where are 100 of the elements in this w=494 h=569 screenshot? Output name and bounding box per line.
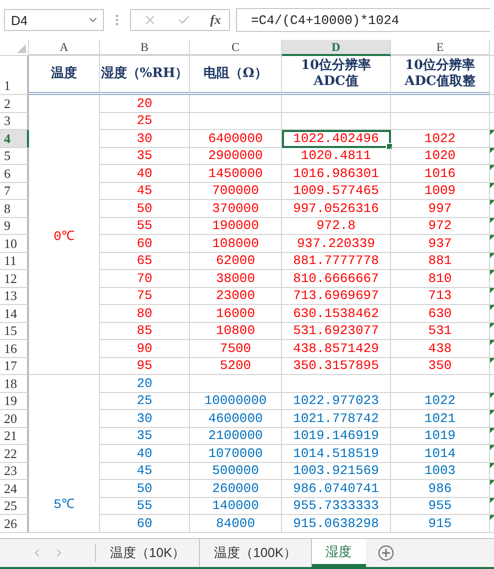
table-cell: 45: [100, 182, 190, 200]
row-number[interactable]: 17: [0, 358, 29, 375]
table-cell: 35: [100, 148, 190, 165]
sheet-tab[interactable]: 湿度: [312, 539, 366, 567]
table-cell: 60: [100, 235, 190, 252]
table-cell: 55: [100, 498, 190, 515]
column-header[interactable]: C: [190, 40, 282, 56]
table-cell: 713.6969697: [282, 288, 391, 305]
table-cell: 5200: [190, 358, 282, 375]
row-number[interactable]: 4: [0, 130, 29, 148]
formula-field[interactable]: =C4/(C4+10000)*1024: [236, 8, 490, 32]
table-cell: 50: [100, 200, 190, 218]
row-number[interactable]: 19: [0, 392, 29, 410]
cancel-icon[interactable]: [143, 13, 157, 27]
table-cell: 40: [100, 445, 190, 462]
table-cell-text: 0℃: [54, 228, 74, 244]
table-cell: 40: [100, 165, 190, 182]
table-cell: 23000: [190, 288, 282, 305]
sheet-tab[interactable]: 温度（10K）: [96, 539, 200, 567]
row-number[interactable]: 14: [0, 305, 29, 322]
table-cell: 370000: [190, 200, 282, 218]
table-cell: 1019.146919: [282, 428, 391, 445]
row-number[interactable]: 9: [0, 218, 29, 235]
table-cell: 630: [391, 305, 490, 322]
table-cell: 1021: [391, 410, 490, 428]
table-cell: 1450000: [190, 165, 282, 182]
row-number[interactable]: 7: [0, 182, 29, 200]
table-cell: 972.8: [282, 218, 391, 235]
column-header[interactable]: A: [29, 40, 100, 56]
table-cell: 140000: [190, 498, 282, 515]
table-cell: 997.0526316: [282, 200, 391, 218]
row-number[interactable]: 23: [0, 462, 29, 480]
table-cell: 531.6923077: [282, 322, 391, 340]
column-header[interactable]: E: [391, 40, 490, 56]
table-cell: 810: [391, 270, 490, 288]
header-cell: 温度: [29, 56, 100, 95]
row-number[interactable]: 15: [0, 322, 29, 340]
table-cell: 90: [100, 340, 190, 358]
table-cell: 80: [100, 305, 190, 322]
table-cell: 25: [100, 392, 190, 410]
row-number[interactable]: 25: [0, 498, 29, 515]
table-cell: 438: [391, 340, 490, 358]
row-number[interactable]: 18: [0, 375, 29, 392]
row-number[interactable]: 5: [0, 148, 29, 165]
table-cell: 60: [100, 515, 190, 532]
header-cell: 湿度（%RH）: [100, 56, 190, 95]
table-cell: 65: [100, 252, 190, 270]
row-number[interactable]: 22: [0, 445, 29, 462]
row-number[interactable]: 6: [0, 165, 29, 182]
table-cell: 95: [100, 358, 190, 375]
table-cell: 1009: [391, 182, 490, 200]
row-number[interactable]: 16: [0, 340, 29, 358]
row-number[interactable]: 8: [0, 200, 29, 218]
table-cell: 1016: [391, 165, 490, 182]
table-cell: 62000: [190, 252, 282, 270]
table-cell: 350.3157895: [282, 358, 391, 375]
table-cell: 1022.977023: [282, 392, 391, 410]
table-cell: 10000000: [190, 392, 282, 410]
table-cell: 50: [100, 480, 190, 498]
table-cell: 972: [391, 218, 490, 235]
row-number[interactable]: 2: [0, 95, 29, 112]
row-number[interactable]: 1: [0, 56, 29, 95]
table-cell: 915.0638298: [282, 515, 391, 532]
table-cell: 531: [391, 322, 490, 340]
row-number[interactable]: 11: [0, 252, 29, 270]
table-cell: 881: [391, 252, 490, 270]
name-box[interactable]: D4: [4, 9, 104, 31]
row-number[interactable]: 10: [0, 235, 29, 252]
column-header[interactable]: B: [100, 40, 190, 56]
table-cell: 1020.4811: [282, 148, 391, 165]
row-number[interactable]: 13: [0, 288, 29, 305]
table-cell: 500000: [190, 462, 282, 480]
table-cell: 955: [391, 498, 490, 515]
insert-function-button[interactable]: fx: [210, 12, 221, 28]
row-number[interactable]: 24: [0, 480, 29, 498]
column-header[interactable]: D: [282, 40, 391, 56]
add-sheet-icon[interactable]: [378, 545, 394, 561]
header-cell: 10位分辨率 ADC值取整: [391, 56, 490, 95]
table-cell: 630.1538462: [282, 305, 391, 322]
table-cell: 986.0740741: [282, 480, 391, 498]
table-cell: 713: [391, 288, 490, 305]
table-cell: 1009.577465: [282, 182, 391, 200]
table-cell: 810.6666667: [282, 270, 391, 288]
table-cell: 108000: [190, 235, 282, 252]
table-cell: 260000: [190, 480, 282, 498]
table-cell: 190000: [190, 218, 282, 235]
row-number[interactable]: 3: [0, 112, 29, 130]
table-cell: 30: [100, 410, 190, 428]
row-number[interactable]: 20: [0, 410, 29, 428]
table-cell: 20: [100, 375, 190, 392]
table-cell: 10800: [190, 322, 282, 340]
table-cell: 55: [100, 218, 190, 235]
header-cell: 电阻（Ω）: [190, 56, 282, 95]
select-all-icon[interactable]: [17, 44, 26, 53]
table-cell: 35: [100, 428, 190, 445]
fill-handle[interactable]: [386, 142, 393, 150]
row-number[interactable]: 12: [0, 270, 29, 288]
row-number[interactable]: 21: [0, 428, 29, 445]
row-number[interactable]: 26: [0, 515, 29, 532]
table-cell: 1022: [391, 392, 490, 410]
